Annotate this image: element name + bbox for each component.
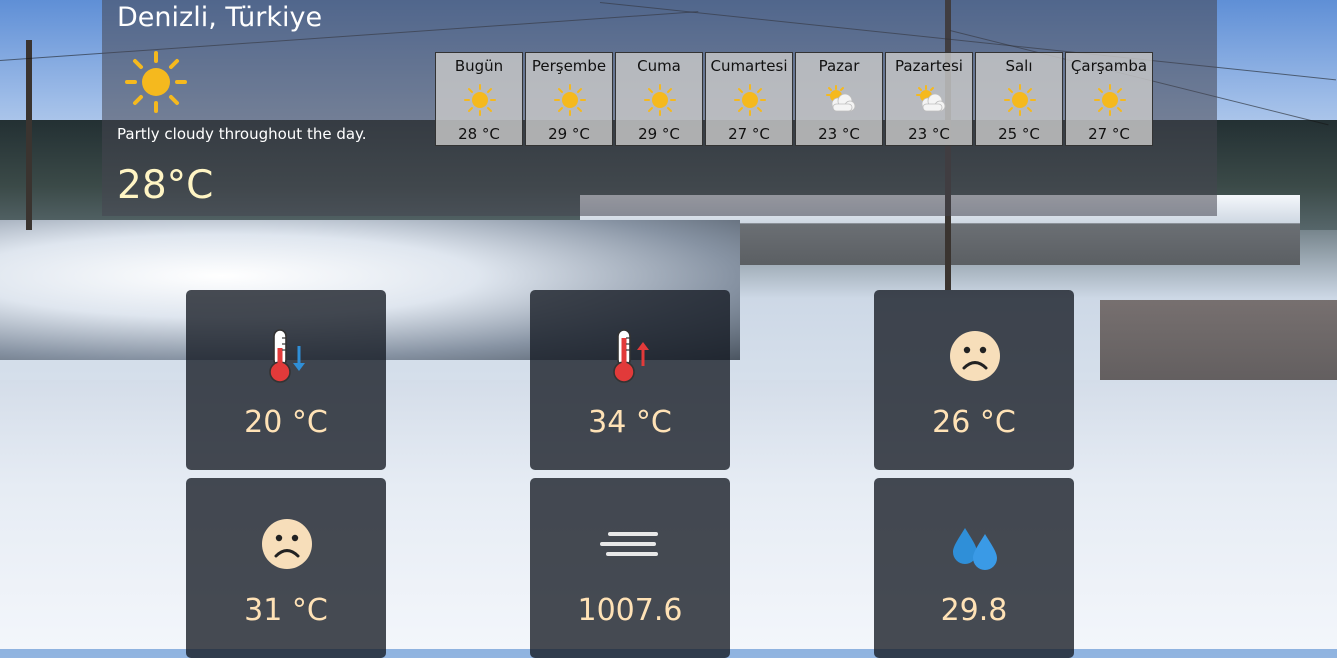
forecast-day[interactable]: Pazar 23 °C	[795, 52, 883, 146]
forecast-temp: 29 °C	[548, 125, 590, 143]
thermometer-down-icon	[269, 329, 305, 383]
daily-forecast: Bugün 28 °C Perşembe 29 °C Cuma 29 °C Cu…	[435, 52, 1155, 146]
city-name: Denizli, Türkiye	[117, 2, 323, 33]
pressure-card: 1007.6	[530, 478, 730, 658]
forecast-day-name: Salı	[1005, 57, 1033, 75]
current-weather-panel: Denizli, Türkiye Partly cloudy throughou…	[102, 0, 1217, 216]
min-temp-card: 20 °C	[186, 290, 386, 470]
feels-like-card: 26 °C	[874, 290, 1074, 470]
sun-icon	[464, 84, 496, 116]
sun-icon	[554, 84, 586, 116]
sun-icon	[644, 84, 676, 116]
sun-icon	[734, 84, 766, 116]
forecast-day[interactable]: Pazartesi 23 °C	[885, 52, 973, 146]
humidity-card: 29.8	[874, 478, 1074, 658]
wind-lines-icon	[600, 532, 658, 556]
forecast-day[interactable]: Çarşamba 27 °C	[1065, 52, 1153, 146]
sun-icon	[125, 51, 187, 113]
pressure-value: 1007.6	[577, 593, 683, 628]
partly-cloudy-icon	[826, 85, 856, 112]
forecast-day-name: Çarşamba	[1070, 57, 1148, 75]
thermometer-up-icon	[613, 329, 649, 383]
forecast-temp: 23 °C	[908, 125, 950, 143]
humidity-value: 29.8	[940, 593, 1008, 628]
forecast-day-name: Pazartesi	[895, 57, 963, 75]
forecast-day-name: Perşembe	[531, 57, 607, 75]
forecast-day-name: Pazar	[818, 57, 860, 75]
partly-cloudy-icon	[916, 85, 946, 112]
forecast-day[interactable]: Salı 25 °C	[975, 52, 1063, 146]
forecast-temp: 25 °C	[998, 125, 1040, 143]
forecast-day-name: Bugün	[454, 57, 504, 75]
utility-pole	[26, 40, 32, 230]
weather-description: Partly cloudy throughout the day.	[117, 125, 367, 143]
sad-face-icon	[262, 519, 312, 569]
min-temp-value: 20 °C	[244, 405, 328, 440]
sad-face-icon	[950, 331, 1000, 381]
forecast-day[interactable]: Perşembe 29 °C	[525, 52, 613, 146]
forecast-day[interactable]: Cumartesi 27 °C	[705, 52, 793, 146]
forecast-temp: 29 °C	[638, 125, 680, 143]
water-drops-icon	[953, 528, 997, 570]
feels-like-max-value: 31 °C	[244, 593, 328, 628]
max-temp-value: 34 °C	[588, 405, 672, 440]
forecast-day-name: Cuma	[637, 57, 681, 75]
forecast-temp: 23 °C	[818, 125, 860, 143]
forecast-temp: 27 °C	[1088, 125, 1130, 143]
background-fence	[1100, 300, 1337, 380]
forecast-day[interactable]: Bugün 28 °C	[435, 52, 523, 146]
forecast-temp: 28 °C	[458, 125, 500, 143]
feels-like-value: 26 °C	[932, 405, 1016, 440]
forecast-temp: 27 °C	[728, 125, 770, 143]
forecast-day-name: Cumartesi	[710, 57, 788, 75]
max-temp-card: 34 °C	[530, 290, 730, 470]
sun-icon	[1094, 84, 1126, 116]
feels-like-max-card: 31 °C	[186, 478, 386, 658]
forecast-day[interactable]: Cuma 29 °C	[615, 52, 703, 146]
current-temperature: 28°C	[117, 163, 214, 208]
sun-icon	[1004, 84, 1036, 116]
